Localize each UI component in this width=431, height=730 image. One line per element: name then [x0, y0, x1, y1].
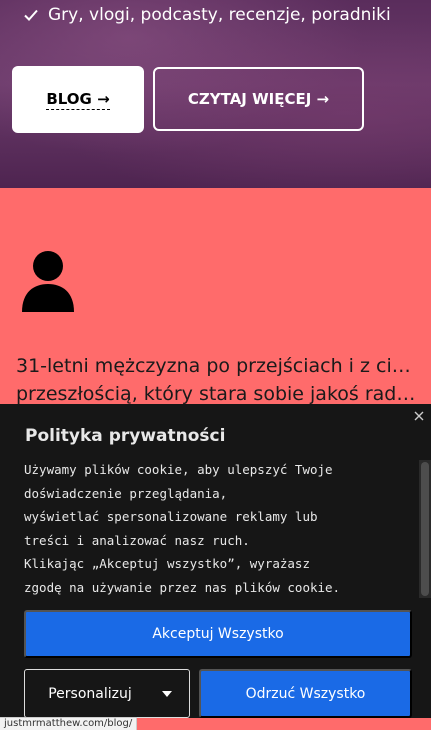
cookie-body-line: Klikając „Akceptuj wszystko”, wyrażasz: [24, 556, 310, 571]
cookie-body-line: doświadczenie przeglądania,: [24, 485, 228, 501]
caret-down-icon[interactable]: [161, 690, 173, 698]
cookie-dialog-title: Polityka prywatności: [25, 426, 226, 446]
close-icon[interactable]: [413, 410, 425, 422]
user-avatar-icon: [22, 251, 74, 312]
blog-button[interactable]: BLOG →: [12, 66, 144, 133]
scrollbar-thumb[interactable]: [421, 462, 429, 596]
author-bio: 31-letni mężczyzna po przejściach i z ci…: [16, 352, 421, 408]
blog-button-label: BLOG →: [46, 89, 110, 110]
hero-feature-item: Gry, vlogi, podcasty, recenzje, poradnik…: [24, 5, 391, 25]
cookie-body-line: treści i analizować nasz ruch.: [24, 532, 250, 548]
personalize-button[interactable]: Personalizuj: [24, 669, 190, 718]
accept-all-button[interactable]: Akceptuj Wszystko: [24, 610, 412, 658]
cookie-body-line: Używamy plików cookie, aby ulepszyć Twoj…: [24, 462, 333, 477]
cookie-consent-dialog: Polityka prywatności Używamy plików cook…: [0, 404, 431, 718]
read-more-button-label: CZYTAJ WIĘCEJ →: [187, 90, 330, 108]
author-bio-line: 31-letni mężczyzna po przejściach i z ci…: [16, 355, 421, 377]
cookie-body-line: wyświetlać spersonalizowane reklamy lub: [24, 509, 318, 524]
read-more-button[interactable]: CZYTAJ WIĘCEJ →: [153, 67, 364, 131]
status-bar-url: justmrmatthew.com/blog/: [0, 717, 138, 730]
cookie-body-scrollbar[interactable]: [419, 460, 431, 598]
hero-feature-text: Gry, vlogi, podcasty, recenzje, poradnik…: [48, 5, 391, 25]
hero-section: Gry, vlogi, podcasty, recenzje, poradnik…: [0, 0, 431, 188]
cookie-body-line: zgodę na używanie przez nas plików cooki…: [24, 579, 341, 595]
reject-all-button[interactable]: Odrzuć Wszystko: [199, 669, 412, 718]
personalize-button-label: Personalizuj: [48, 685, 132, 702]
check-icon: [24, 9, 38, 21]
cookie-dialog-body: Używamy plików cookie, aby ulepszyć Twoj…: [18, 458, 418, 598]
